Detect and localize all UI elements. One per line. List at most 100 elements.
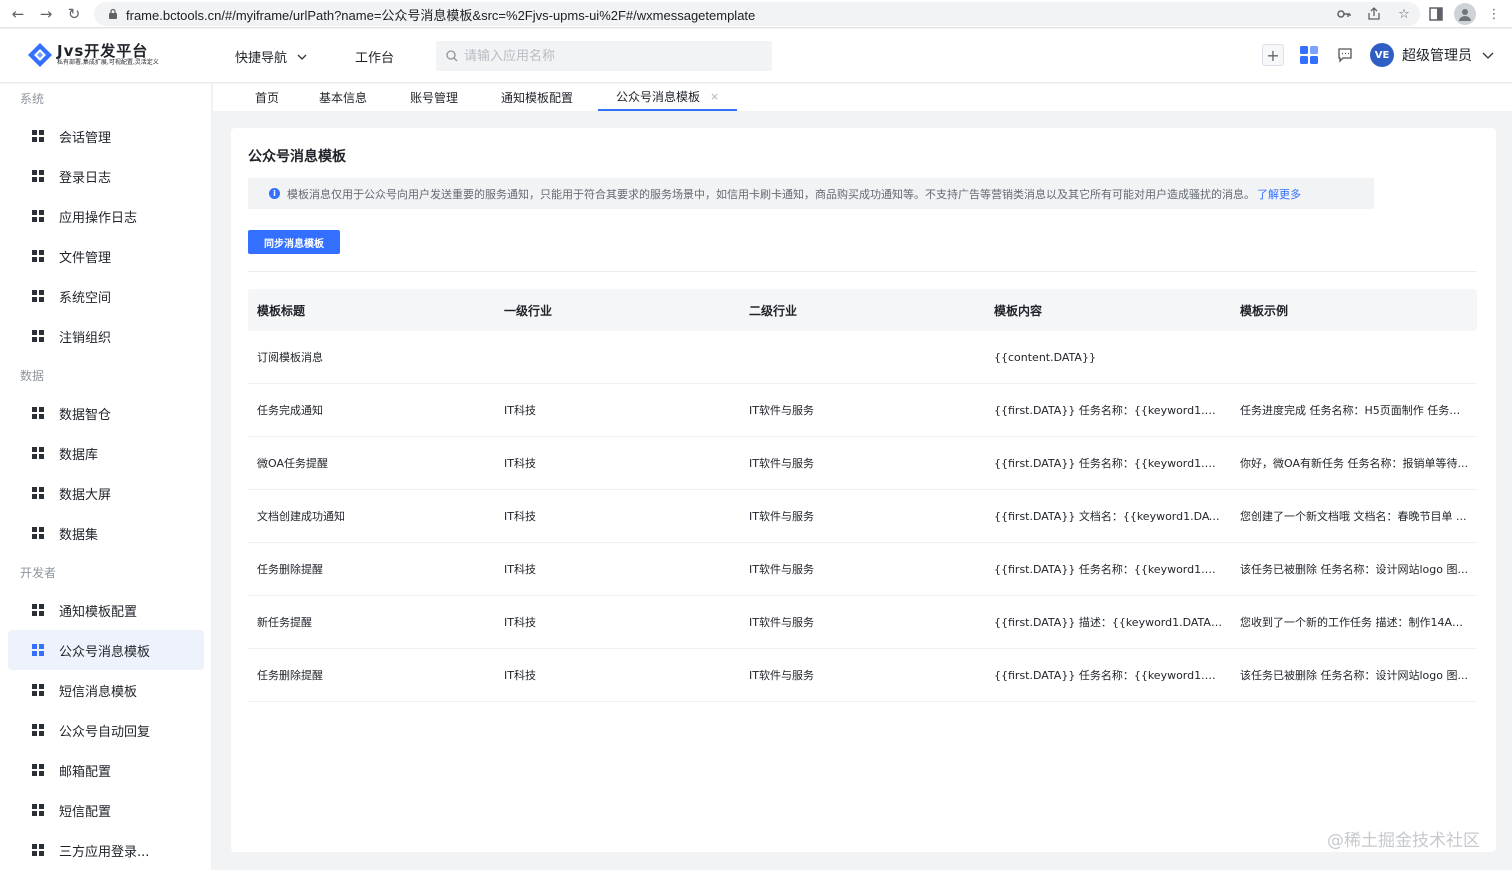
avatar[interactable]: VE <box>1370 43 1394 67</box>
workbench-link[interactable]: 工作台 <box>355 47 394 66</box>
cell-example: 你好，微OA有新任务 任务名称：报销单等待... <box>1240 457 1468 470</box>
quick-nav-dropdown[interactable]: 快捷导航 <box>235 47 307 66</box>
sidebar-item-dashboard[interactable]: 数据大屏 <box>8 473 204 513</box>
apps-icon[interactable] <box>1298 44 1320 66</box>
grid-icon <box>32 170 44 182</box>
lock-icon <box>106 7 120 21</box>
page-title: 公众号消息模板 <box>248 149 346 165</box>
cell-content: {{first.DATA}} 任务名称：{{keyword1.DATA... <box>994 404 1231 417</box>
cell-content: {{first.DATA}} 任务名称：{{keyword1.DATA... <box>994 457 1231 470</box>
template-table: 模板标题 一级行业 二级行业 模板内容 模板示例 订阅模板消息 {{conten… <box>248 289 1477 702</box>
cell-content: {{content.DATA}} <box>994 350 1096 364</box>
forward-icon[interactable]: → <box>32 0 60 28</box>
grid-icon <box>32 764 44 776</box>
grid-icon <box>32 290 44 302</box>
quick-nav-label: 快捷导航 <box>235 51 288 66</box>
cell-example: 该任务已被删除 任务名称：设计网站logo 图... <box>1240 669 1468 682</box>
tab-home[interactable]: 首页 <box>255 84 279 110</box>
sidebar-item-dataset[interactable]: 数据集 <box>8 513 204 553</box>
sidebar-item-session[interactable]: 会话管理 <box>8 116 204 156</box>
grid-icon <box>32 604 44 616</box>
cell-title: 任务完成通知 <box>257 404 323 417</box>
logo[interactable]: Jvs开发平台 私有部署,集成扩展,可视配置,灵活定义 <box>26 41 159 69</box>
sidebar-item-oauth-login[interactable]: 三方应用登录... <box>8 830 204 870</box>
sync-template-button[interactable]: 同步消息模板 <box>248 230 340 254</box>
reload-icon[interactable]: ↻ <box>60 0 88 28</box>
menu-icon[interactable]: ⋮ <box>1486 6 1502 22</box>
cell-industry-2: IT软件与服务 <box>749 404 814 417</box>
profile-icon[interactable] <box>1454 3 1476 25</box>
tab-label: 公众号消息模板 <box>616 90 701 104</box>
cell-title: 微OA任务提醒 <box>257 457 328 470</box>
cell-industry-2: IT软件与服务 <box>749 563 814 576</box>
sidebar-item-space[interactable]: 系统空间 <box>8 276 204 316</box>
cell-industry-1: IT科技 <box>504 669 536 682</box>
sidebar-item-wx-autoreply[interactable]: 公众号自动回复 <box>8 710 204 750</box>
column-header: 模板标题 <box>257 303 306 318</box>
cell-title: 订阅模板消息 <box>257 351 323 364</box>
cell-industry-1: IT科技 <box>504 457 536 470</box>
grid-icon <box>32 527 44 539</box>
grid-icon <box>32 407 44 419</box>
sidebar-item-sms-config[interactable]: 短信配置 <box>8 790 204 830</box>
tab-accounts[interactable]: 账号管理 <box>410 84 458 110</box>
search-box[interactable] <box>436 41 772 71</box>
share-icon[interactable] <box>1366 6 1382 22</box>
sidebar-item-warehouse[interactable]: 数据智仓 <box>8 393 204 433</box>
sidebar-item-login-log[interactable]: 登录日志 <box>8 156 204 196</box>
chevron-down-icon[interactable] <box>1482 50 1494 60</box>
add-icon[interactable]: + <box>1262 44 1284 66</box>
sidebar-item-database[interactable]: 数据库 <box>8 433 204 473</box>
notice-text: 模板消息仅用于公众号向用户发送重要的服务通知，只能用于符合其要求的服务场景中，如… <box>287 187 1255 201</box>
grid-icon <box>32 210 44 222</box>
message-icon[interactable] <box>1334 44 1356 66</box>
key-icon[interactable] <box>1336 6 1352 22</box>
sidebar-item-notify-template[interactable]: 通知模板配置 <box>8 590 204 630</box>
back-icon[interactable]: ← <box>4 0 32 28</box>
table-row[interactable]: 任务完成通知 IT科技 IT软件与服务 {{first.DATA}} 任务名称：… <box>248 384 1477 437</box>
sidebar-item-files[interactable]: 文件管理 <box>8 236 204 276</box>
table-row[interactable]: 任务删除提醒 IT科技 IT软件与服务 {{first.DATA}} 任务名称：… <box>248 649 1477 702</box>
table-row[interactable]: 订阅模板消息 {{content.DATA}} <box>248 331 1477 384</box>
table-row[interactable]: 任务删除提醒 IT科技 IT软件与服务 {{first.DATA}} 任务名称：… <box>248 543 1477 596</box>
grid-icon <box>32 724 44 736</box>
column-header: 模板内容 <box>994 303 1043 318</box>
column-header: 一级行业 <box>504 303 553 318</box>
cell-example: 您创建了一个新文档哦 文档名：春晚节目单 ... <box>1240 510 1467 523</box>
cell-industry-1: IT科技 <box>504 563 536 576</box>
sidebar-group-developer: 开发者 <box>20 566 57 580</box>
star-icon[interactable]: ☆ <box>1396 6 1412 22</box>
logo-subtitle: 私有部署,集成扩展,可视配置,灵活定义 <box>57 59 159 66</box>
search-input[interactable] <box>464 48 764 64</box>
grid-icon <box>32 330 44 342</box>
tab-notify-template[interactable]: 通知模板配置 <box>501 84 573 110</box>
cell-title: 任务删除提醒 <box>257 669 323 682</box>
sidebar-group-data: 数据 <box>20 369 45 383</box>
close-icon[interactable]: × <box>710 90 719 103</box>
cell-industry-1: IT科技 <box>504 616 536 629</box>
address-bar[interactable]: frame.bctools.cn/#/myiframe/urlPath?name… <box>94 2 1420 26</box>
sidebar-item-mail-config[interactable]: 邮箱配置 <box>8 750 204 790</box>
table-row[interactable]: 微OA任务提醒 IT科技 IT软件与服务 {{first.DATA}} 任务名称… <box>248 437 1477 490</box>
cell-content: {{first.DATA}} 任务名称：{{keyword1.DATA... <box>994 563 1231 576</box>
sidebar-item-wx-template[interactable]: 公众号消息模板 <box>8 630 204 670</box>
tab-basic-info[interactable]: 基本信息 <box>319 84 367 110</box>
notice-banner: i 模板消息仅用于公众号向用户发送重要的服务通知，只能用于符合其要求的服务场景中… <box>248 178 1374 209</box>
search-icon <box>446 50 458 62</box>
sidepanel-icon[interactable] <box>1428 6 1444 22</box>
sidebar-item-cancel-org[interactable]: 注销组织 <box>8 316 204 356</box>
tab-wx-template[interactable]: 公众号消息模板 × <box>598 84 738 111</box>
grid-icon <box>32 684 44 696</box>
browser-toolbar: ← → ↻ frame.bctools.cn/#/myiframe/urlPat… <box>0 0 1512 28</box>
grid-icon <box>32 804 44 816</box>
learn-more-link[interactable]: 了解更多 <box>1257 186 1301 202</box>
username[interactable]: 超级管理员 <box>1402 45 1472 65</box>
table-row[interactable]: 文档创建成功通知 IT科技 IT软件与服务 {{first.DATA}} 文档名… <box>248 490 1477 543</box>
sidebar-item-sms-template[interactable]: 短信消息模板 <box>8 670 204 710</box>
cell-content: {{first.DATA}} 任务名称：{{keyword1.DATA... <box>994 669 1231 682</box>
cell-title: 文档创建成功通知 <box>257 510 345 523</box>
sidebar: 系统 会话管理 登录日志 应用操作日志 文件管理 系统空间 注销组织 数据 数据… <box>0 84 212 870</box>
sidebar-item-app-log[interactable]: 应用操作日志 <box>8 196 204 236</box>
table-row[interactable]: 新任务提醒 IT科技 IT软件与服务 {{first.DATA}} 描述：{{k… <box>248 596 1477 649</box>
cell-content: {{first.DATA}} 文档名：{{keyword1.DATA}} ... <box>994 510 1231 523</box>
